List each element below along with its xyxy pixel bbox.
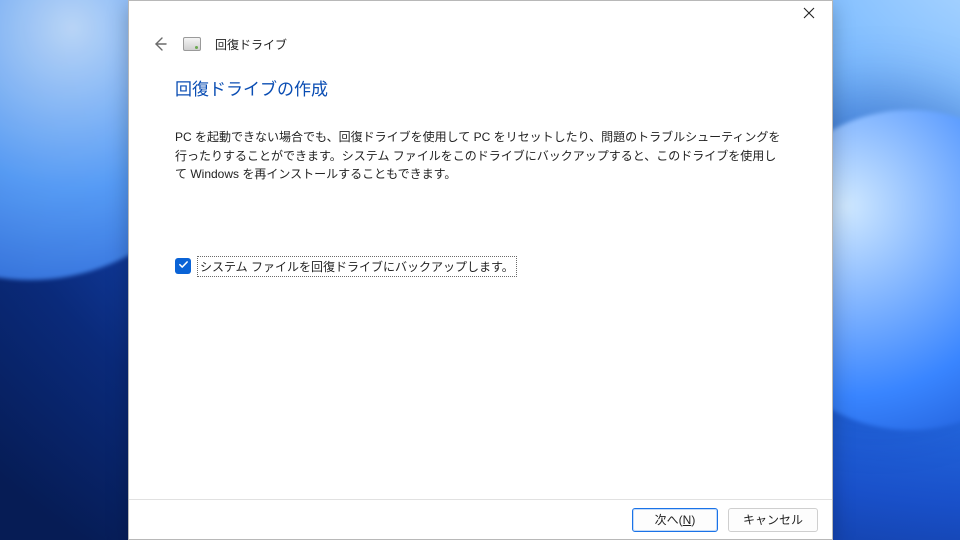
next-button-accel: N bbox=[683, 513, 692, 527]
content-area: 回復ドライブの作成 PC を起動できない場合でも、回復ドライブを使用して PC … bbox=[129, 63, 832, 277]
desktop-background: 回復ドライブ 回復ドライブの作成 PC を起動できない場合でも、回復ドライブを使… bbox=[0, 0, 960, 540]
window-title: 回復ドライブ bbox=[215, 36, 287, 53]
close-button[interactable] bbox=[786, 1, 832, 29]
cancel-button[interactable]: キャンセル bbox=[728, 508, 818, 532]
back-button[interactable] bbox=[151, 35, 169, 53]
next-button-prefix: 次へ( bbox=[655, 511, 683, 528]
cancel-button-label: キャンセル bbox=[743, 511, 803, 528]
page-heading: 回復ドライブの作成 bbox=[175, 75, 786, 100]
back-arrow-icon bbox=[151, 35, 169, 53]
close-icon bbox=[803, 6, 815, 24]
titlebar bbox=[129, 1, 832, 31]
checkbox-label: システム ファイルを回復ドライブにバックアップします。 bbox=[197, 256, 517, 277]
checkbox-box bbox=[175, 258, 191, 274]
drive-icon bbox=[183, 37, 201, 51]
backup-system-files-checkbox[interactable]: システム ファイルを回復ドライブにバックアップします。 bbox=[175, 256, 517, 277]
next-button-suffix: ) bbox=[691, 513, 695, 527]
page-description: PC を起動できない場合でも、回復ドライブを使用して PC をリセットしたり、問… bbox=[175, 128, 785, 184]
wizard-footer: 次へ(N) キャンセル bbox=[129, 499, 832, 539]
check-icon bbox=[178, 257, 189, 275]
recovery-drive-window: 回復ドライブ 回復ドライブの作成 PC を起動できない場合でも、回復ドライブを使… bbox=[128, 0, 833, 540]
next-button[interactable]: 次へ(N) bbox=[632, 508, 718, 532]
nav-row: 回復ドライブ bbox=[129, 31, 832, 63]
